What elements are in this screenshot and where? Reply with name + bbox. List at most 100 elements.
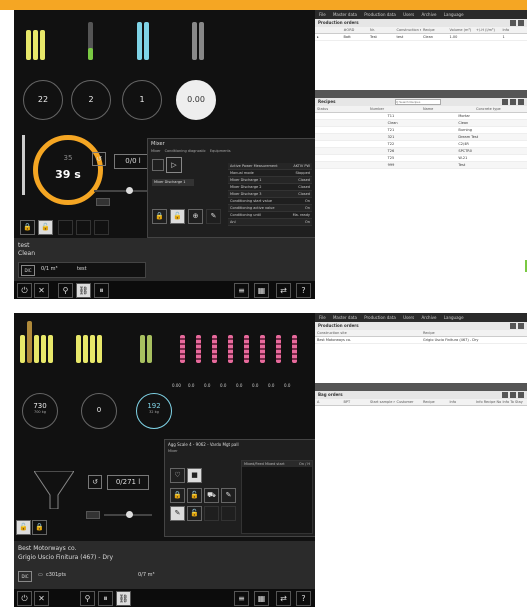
splitter[interactable] [315,90,527,98]
column-header[interactable]: Name [421,106,474,112]
valve-button[interactable] [96,198,110,206]
slot-button[interactable] [58,220,73,235]
table-row[interactable]: Best Motorways co. Grigio Uscio Finitura … [315,337,527,344]
table-row[interactable]: 999 Test [315,162,527,169]
column-header[interactable]: +/-H (l/m³) [474,27,501,33]
chain-icon[interactable]: ⛓ [116,591,131,606]
column-header[interactable]: Volume (m³) [448,27,475,33]
report-icon[interactable]: ≡ [234,283,249,298]
menu-file[interactable]: File [319,12,326,17]
sync-icon[interactable]: ⇄ [276,283,291,298]
table-row[interactable]: T11 Mortar [315,113,527,120]
edit-order-icon[interactable] [518,20,524,26]
scale-icon[interactable]: ♡ [170,468,185,483]
menu-master-data[interactable]: Master data [333,315,357,320]
help-icon[interactable]: ? [296,591,311,606]
edit-icon[interactable]: ✎ [206,209,221,224]
grid-icon[interactable]: ▦ [254,283,269,298]
column-header[interactable]: Nr. [368,27,395,33]
close-icon[interactable]: ✕ [34,283,49,298]
lock-icon[interactable]: 🔒 [20,220,35,235]
table-row[interactable]: T21 Burning [315,127,527,134]
lock-open-icon[interactable]: 🔓 [170,209,185,224]
menu-users[interactable]: Users [403,315,414,320]
stop-icon[interactable]: ■ [187,468,202,483]
column-header[interactable]: Construction site [315,330,421,336]
rotate-icon[interactable]: ↺ [88,475,102,489]
tab-equipments[interactable]: Equipments [210,149,231,153]
play-icon[interactable]: ▷ [166,157,182,173]
slot-button[interactable] [204,506,219,521]
table-row[interactable]: T25 W-21 [315,155,527,162]
help-icon[interactable]: ? [296,283,311,298]
lock-icon[interactable]: 🔒 [32,520,47,535]
close-icon[interactable]: ✕ [34,591,49,606]
pen-icon[interactable]: ✎ [170,506,185,521]
sync-icon[interactable]: ⇄ [276,591,291,606]
link-icon[interactable]: ⚲ [80,591,95,606]
column-header[interactable]: Status [315,106,368,112]
column-header[interactable]: Number [368,106,421,112]
edit-recipe-icon[interactable] [518,99,524,105]
menu-file[interactable]: File [319,315,326,320]
slot-button[interactable] [76,220,91,235]
mixer-discharge-select[interactable]: Mixer Discharge 1 [152,179,194,186]
recipe-search-input[interactable] [395,99,441,105]
slot-button[interactable] [221,506,236,521]
table-row[interactable]: ▸ Batt Test test Clean 1.00 1 [315,34,527,41]
lock-open-icon[interactable]: 🔓 [38,220,53,235]
slider-thumb[interactable] [126,187,133,194]
edit-bag-order-icon[interactable] [518,392,524,398]
column-header[interactable]: Construction site [395,27,422,33]
add-order-icon[interactable] [510,323,516,329]
lock-icon[interactable]: 🔒 [170,488,185,503]
menu-archive[interactable]: Archive [422,315,437,320]
lock-open-icon[interactable]: 🔓 [16,520,31,535]
lock-open-icon[interactable]: 🔓 [187,488,202,503]
add-bag-order-icon[interactable] [510,392,516,398]
column-header[interactable]: Recipe [421,27,448,33]
lock-icon[interactable]: 🔒 [152,209,167,224]
tab-conditioning[interactable]: Conditioning diagnostic [165,149,206,153]
column-header[interactable]: Info Recipe No. [474,399,501,405]
grid-icon[interactable]: ▦ [254,591,269,606]
column-header[interactable]: Customer [395,399,422,405]
valve-icon[interactable]: ⊕ [188,209,203,224]
rotate-icon[interactable]: ↺ [92,152,106,166]
power-icon[interactable]: ⏻ [17,283,32,298]
pause-icon[interactable]: ⏸ [94,283,109,298]
menu-master-data[interactable]: Master data [333,12,357,17]
edit-order-icon[interactable] [518,323,524,329]
truck-icon[interactable]: ⛟ [204,488,219,503]
edit-icon[interactable]: ✎ [221,488,236,503]
menu-archive[interactable]: Archive [422,12,437,17]
power-icon[interactable]: ⏻ [17,591,32,606]
add-order-icon[interactable] [510,20,516,26]
table-row[interactable]: Clean Clean [315,120,527,127]
slot-button[interactable] [94,220,109,235]
column-header[interactable]: Recipe [421,399,448,405]
add-recipe-icon[interactable] [510,99,516,105]
column-header[interactable] [315,27,342,33]
slider-track[interactable] [94,190,149,192]
menu-language[interactable]: Language [444,12,464,17]
column-header[interactable]: A [315,399,342,405]
column-header[interactable]: Info [448,399,475,405]
table-row[interactable]: 321 Dream Test [315,134,527,141]
lock-open-icon[interactable]: 🔓 [187,506,202,521]
valve-button[interactable] [86,511,100,519]
splitter[interactable] [315,383,527,391]
chain-icon[interactable]: ⛓ [76,283,91,298]
table-row[interactable]: T22 C2/4R [315,141,527,148]
search-icon[interactable] [502,392,508,398]
tab-mixer[interactable]: Mixer [165,449,315,453]
menu-production-data[interactable]: Production data [364,315,396,320]
menu-language[interactable]: Language [444,315,464,320]
slider-thumb[interactable] [126,511,133,518]
column-header[interactable]: BPT [342,399,369,405]
column-header[interactable]: #ORD [342,27,369,33]
column-header[interactable]: Start sample m [368,399,395,405]
tab-mixer[interactable]: Mixer [151,149,161,153]
menu-production-data[interactable]: Production data [364,12,396,17]
table-row[interactable]: T26 SPCTR0 [315,148,527,155]
